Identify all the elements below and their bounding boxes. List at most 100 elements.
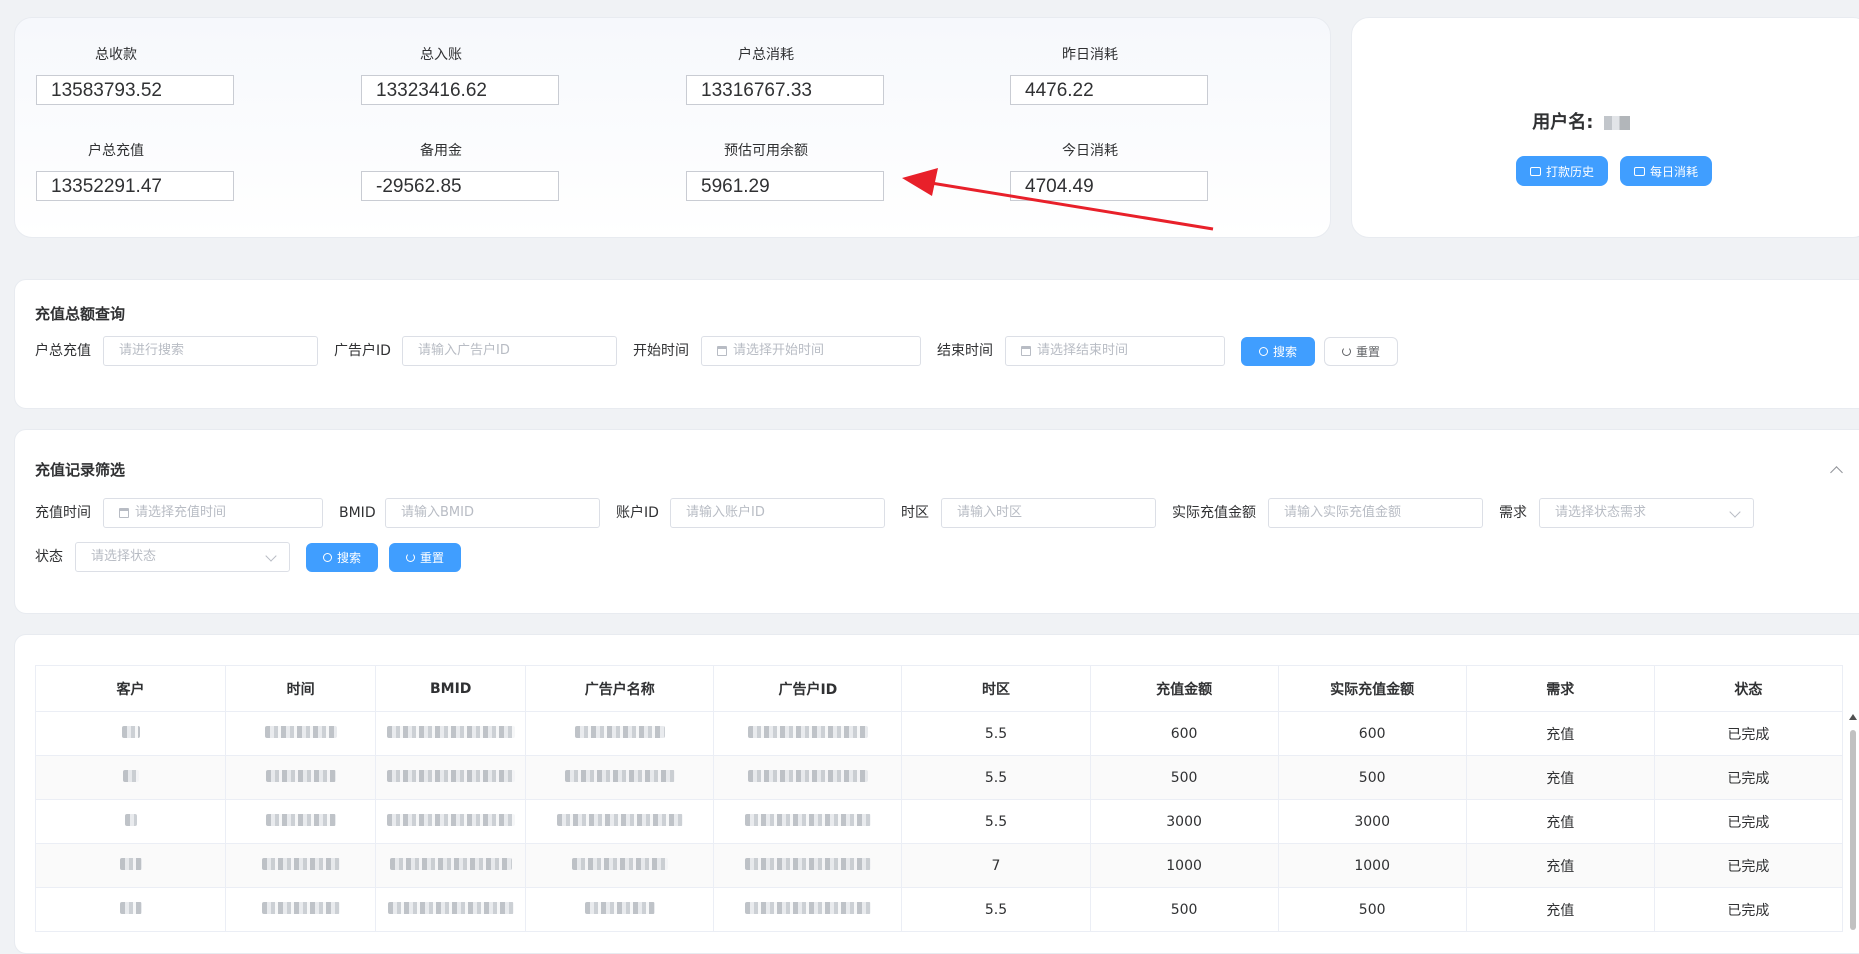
table-header-row: 客户 时间 BMID 广告户名称 广告户ID 时区 充值金额 实际充值金额 需求… xyxy=(34,665,1844,712)
status-select[interactable]: 请选择状态 xyxy=(75,542,290,572)
column-header[interactable]: BMID xyxy=(375,665,527,712)
placeholder: 请进行搜索 xyxy=(119,343,185,358)
payment-history-button[interactable]: 打款历史 xyxy=(1516,156,1609,186)
placeholder: 请选择结束时间 xyxy=(1037,343,1129,358)
recharge-query-title: 充值总额查询 xyxy=(35,305,126,323)
column-header[interactable]: 时间 xyxy=(225,665,377,712)
placeholder: 请输入时区 xyxy=(957,505,1023,520)
chevron-down-icon xyxy=(265,550,277,562)
chevron-down-icon xyxy=(1729,506,1741,518)
redacted-cell xyxy=(375,755,527,800)
column-header[interactable]: 状态 xyxy=(1653,665,1844,712)
filter-label: 开始时间 xyxy=(633,343,689,359)
redacted-cell xyxy=(525,887,715,932)
redacted-cell xyxy=(713,843,903,888)
column-header[interactable]: 广告户名称 xyxy=(525,665,715,712)
placeholder: 请输入实际充值金额 xyxy=(1284,505,1402,520)
document-icon xyxy=(1634,166,1646,176)
recharge-records-table: 客户 时间 BMID 广告户名称 广告户ID 时区 充值金额 实际充值金额 需求… xyxy=(34,665,1844,932)
table-row[interactable]: 5.5 500 500 充值 已完成 xyxy=(34,887,1844,932)
actual-amount-cell: 500 xyxy=(1277,755,1467,800)
refresh-icon xyxy=(405,553,415,562)
column-header[interactable]: 时区 xyxy=(901,665,1091,712)
refresh-icon xyxy=(1341,347,1351,356)
placeholder: 请选择状态 xyxy=(91,549,157,564)
redacted-cell xyxy=(525,843,715,888)
actual-amount-cell: 3000 xyxy=(1277,799,1467,844)
account-id-input[interactable]: 请输入账户ID xyxy=(670,498,885,528)
column-header[interactable]: 实际充值金额 xyxy=(1277,665,1467,712)
filter-label: 结束时间 xyxy=(937,343,993,359)
status-cell: 已完成 xyxy=(1653,799,1844,844)
ad-account-id-input[interactable]: 请输入广告户ID xyxy=(402,336,617,366)
filter-label: 充值时间 xyxy=(35,505,91,521)
column-header[interactable]: 需求 xyxy=(1465,665,1655,712)
redacted-cell xyxy=(525,711,715,756)
placeholder: 请选择状态需求 xyxy=(1555,505,1647,520)
table-row[interactable]: 5.5 3000 3000 充值 已完成 xyxy=(34,799,1844,844)
amount-cell: 500 xyxy=(1089,755,1279,800)
filter-label: BMID xyxy=(339,505,376,521)
need-cell: 充值 xyxy=(1465,799,1655,844)
redacted-cell xyxy=(525,799,715,844)
status-cell: 已完成 xyxy=(1653,755,1844,800)
redacted-cell xyxy=(375,711,527,756)
table-row[interactable]: 5.5 500 500 充值 已完成 xyxy=(34,755,1844,800)
redacted-cell xyxy=(225,843,377,888)
search-icon xyxy=(1258,347,1268,356)
table-scrollbar[interactable] xyxy=(1848,712,1857,931)
scrollbar-thumb[interactable] xyxy=(1850,730,1856,930)
username-redacted xyxy=(1603,116,1630,130)
status-cell: 已完成 xyxy=(1653,887,1844,932)
table-row[interactable]: 7 1000 1000 充值 已完成 xyxy=(34,843,1844,888)
column-header[interactable]: 充值金额 xyxy=(1089,665,1279,712)
search-label: 搜索 xyxy=(336,551,361,565)
column-header[interactable]: 客户 xyxy=(34,665,227,712)
redacted-cell xyxy=(225,799,377,844)
redacted-cell xyxy=(375,843,527,888)
filter-reset-button[interactable]: 重置 xyxy=(389,543,461,572)
query-reset-button[interactable]: 重置 xyxy=(1324,337,1398,366)
reset-label: 重置 xyxy=(419,551,444,565)
status-cell: 已完成 xyxy=(1653,843,1844,888)
daily-consumption-button[interactable]: 每日消耗 xyxy=(1620,156,1713,186)
query-search-button[interactable]: 搜索 xyxy=(1241,337,1315,366)
placeholder: 请选择充值时间 xyxy=(135,505,227,520)
filter-label: 需求 xyxy=(1499,505,1527,521)
status-cell: 已完成 xyxy=(1653,711,1844,756)
recharge-time-picker[interactable]: 请选择充值时间 xyxy=(103,498,323,528)
need-cell: 充值 xyxy=(1465,755,1655,800)
redacted-cell xyxy=(713,711,903,756)
amount-cell: 500 xyxy=(1089,887,1279,932)
filter-label: 账户ID xyxy=(616,505,659,521)
timezone-input[interactable]: 请输入时区 xyxy=(941,498,1156,528)
user-actions: 打款历史 每日消耗 xyxy=(1516,156,1713,186)
scroll-up-icon[interactable] xyxy=(1849,714,1857,720)
filter-search-button[interactable]: 搜索 xyxy=(306,543,378,572)
table-row[interactable]: 5.5 600 600 充值 已完成 xyxy=(34,711,1844,756)
redacted-cell xyxy=(225,711,377,756)
actual-amount-cell: 1000 xyxy=(1277,843,1467,888)
need-cell: 充值 xyxy=(1465,887,1655,932)
actual-amount-input[interactable]: 请输入实际充值金额 xyxy=(1268,498,1483,528)
start-date-picker[interactable]: 请选择开始时间 xyxy=(701,336,921,366)
end-date-picker[interactable]: 请选择结束时间 xyxy=(1005,336,1225,366)
total-recharge-search-input[interactable]: 请进行搜索 xyxy=(103,336,318,366)
redacted-cell xyxy=(34,887,227,932)
timezone-cell: 5.5 xyxy=(901,755,1091,800)
need-select[interactable]: 请选择状态需求 xyxy=(1539,498,1754,528)
amount-cell: 1000 xyxy=(1089,843,1279,888)
need-cell: 充值 xyxy=(1465,711,1655,756)
payment-history-label: 打款历史 xyxy=(1546,164,1595,179)
document-icon xyxy=(1530,166,1541,176)
bmid-input[interactable]: 请输入BMID xyxy=(385,498,600,528)
calendar-icon xyxy=(1021,346,1031,356)
redacted-cell xyxy=(34,799,227,844)
redacted-cell xyxy=(375,799,527,844)
need-cell: 充值 xyxy=(1465,843,1655,888)
recharge-filter-title: 充值记录筛选 xyxy=(35,461,126,479)
redacted-cell xyxy=(375,887,527,932)
filter-label: 广告户ID xyxy=(334,343,391,359)
column-header[interactable]: 广告户ID xyxy=(713,665,903,712)
calendar-icon xyxy=(717,346,727,356)
